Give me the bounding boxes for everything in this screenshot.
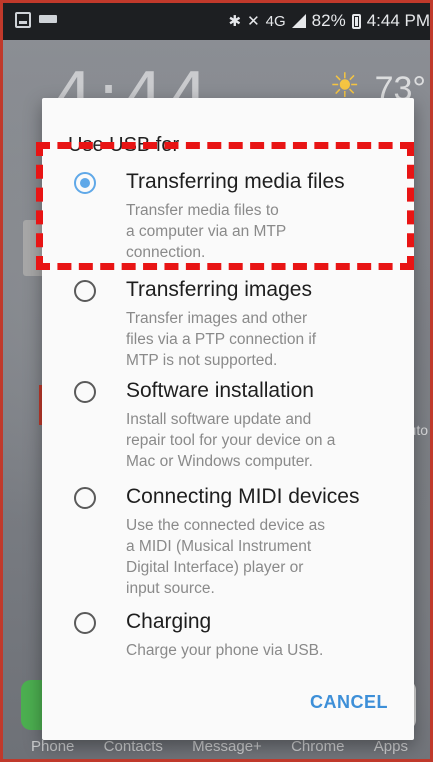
dock-label-phone: Phone xyxy=(31,738,75,755)
dock-label-contacts: Contacts xyxy=(103,738,163,755)
cancel-button[interactable]: CANCEL xyxy=(310,692,388,713)
battery-percent: 82% xyxy=(311,11,346,30)
option-description: Transfer images and other files via a PT… xyxy=(126,310,317,369)
status-bar: ✱ ✕ 4G 82% 4:44 PM xyxy=(3,3,430,40)
notification-icon xyxy=(39,15,57,23)
option-description: Charge your phone via USB. xyxy=(126,642,324,659)
dock: Phone Contacts Message+ Chrome Apps xyxy=(3,738,430,755)
radio-button[interactable] xyxy=(74,381,96,403)
dock-label-message: Message+ xyxy=(192,738,262,755)
status-time: 4:44 PM xyxy=(366,11,430,30)
dock-label-chrome: Chrome xyxy=(291,738,345,755)
option-description: Install software update and repair tool … xyxy=(126,411,336,470)
usb-options-dialog: Use USB for Transferring media files Tra… xyxy=(42,98,414,740)
option-title: Transferring images xyxy=(126,278,312,301)
battery-icon xyxy=(351,13,361,29)
radio-button-selected[interactable] xyxy=(74,172,96,194)
option-title: Transferring media files xyxy=(126,170,345,193)
option-title: Software installation xyxy=(126,379,314,402)
radio-button[interactable] xyxy=(74,280,96,302)
option-description: Transfer media files to a computer via a… xyxy=(126,202,287,261)
dock-label-apps: Apps xyxy=(373,738,408,755)
option-description: Use the connected device as a MIDI (Musi… xyxy=(126,517,326,597)
mute-icon: ✕ xyxy=(247,13,260,30)
option-title: Charging xyxy=(126,610,212,633)
bluetooth-icon: ✱ xyxy=(228,13,242,30)
option-title: Connecting MIDI devices xyxy=(126,485,360,508)
dialog-title: Use USB for xyxy=(68,134,180,156)
radio-button[interactable] xyxy=(74,487,96,509)
screenshot-icon xyxy=(15,12,31,28)
radio-button[interactable] xyxy=(74,612,96,634)
network-type: 4G xyxy=(265,12,286,30)
signal-icon xyxy=(291,14,306,28)
status-icons: ✱ ✕ 4G 82% 4:44 PM xyxy=(228,11,430,31)
